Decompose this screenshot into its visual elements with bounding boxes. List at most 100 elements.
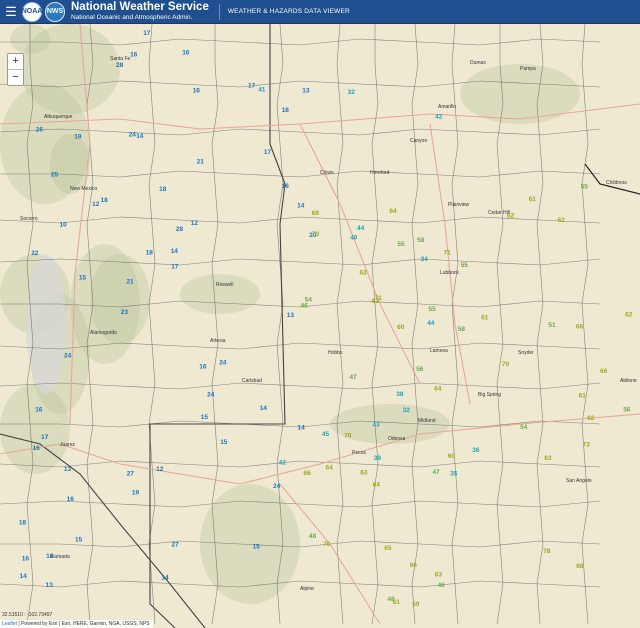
temperature-reading: 12 — [156, 466, 164, 473]
temperature-reading: 66 — [410, 562, 418, 569]
temperature-reading: 65 — [384, 545, 392, 552]
temperature-reading: 32 — [403, 407, 411, 414]
temperature-reading: 16 — [67, 496, 75, 503]
terrain-patch-11 — [180, 274, 260, 314]
temperature-reading: 64 — [389, 208, 397, 215]
temperature-reading: 13 — [64, 466, 72, 473]
map-view[interactable]: Santa Fe Albuquerque New Mexico Socorro Rosw… — [0, 24, 640, 628]
temperature-reading: 25 — [51, 171, 59, 178]
temperature-reading: 63 — [360, 470, 368, 477]
noaa-logo: NOAA — [22, 1, 42, 22]
temperature-reading: 17 — [41, 434, 49, 441]
temperature-reading: 18 — [159, 186, 167, 193]
place-label: Juarez — [60, 442, 76, 448]
temperature-reading: 17 — [171, 264, 179, 271]
temperature-reading: 27 — [172, 541, 180, 548]
temperature-reading: 46 — [301, 303, 309, 310]
temperature-reading: 40 — [350, 235, 358, 242]
temperature-reading: 14 — [260, 405, 268, 412]
temperature-reading: 44 — [427, 320, 435, 327]
place-label: Hereford — [370, 170, 390, 176]
temperature-reading: 24 — [273, 483, 281, 490]
map-attribution: Leaflet | Powered by Esri | Esri, HERE, … — [0, 620, 153, 628]
map-canvas[interactable]: Santa Fe Albuquerque New Mexico Socorro Rosw… — [0, 24, 640, 628]
place-label: Albuquerque — [44, 114, 73, 120]
place-label: Childress — [606, 180, 627, 186]
temperature-reading: 18 — [146, 250, 154, 257]
temperature-reading: 60 — [448, 453, 456, 460]
temperature-reading: 63 — [435, 572, 443, 579]
zoom-out-button[interactable]: − — [8, 69, 23, 85]
zoom-control: + − — [7, 53, 24, 86]
temperature-reading: 14 — [136, 133, 144, 140]
place-label: Santa Fe — [110, 56, 131, 62]
temperature-reading: 55 — [461, 262, 469, 269]
temperature-reading: 13 — [302, 88, 310, 95]
temperature-reading: 26 — [36, 126, 44, 133]
temperature-reading: 61 — [481, 314, 489, 321]
temperature-reading: 13 — [287, 312, 295, 319]
temperature-reading: 70 — [323, 541, 331, 548]
place-label: Canyon — [410, 138, 427, 144]
app-header: ☰ NOAA NWS National Weather Service Nati… — [0, 0, 640, 24]
zoom-in-button[interactable]: + — [8, 54, 23, 69]
header-divider — [218, 3, 220, 20]
temperature-reading: 55 — [397, 241, 405, 248]
place-label: Alamogordo — [90, 330, 117, 336]
temperature-reading: 19 — [74, 134, 82, 141]
temperature-reading: 16 — [182, 49, 190, 56]
temperature-reading: 59 — [412, 601, 420, 608]
terrain-patch-7 — [0, 384, 70, 474]
temperature-reading: 15 — [220, 439, 228, 446]
temperature-reading: 62 — [587, 415, 595, 422]
temperature-reading: 15 — [253, 543, 261, 550]
temperature-reading: 64 — [326, 464, 334, 471]
place-label: Snyder — [518, 350, 534, 356]
temperature-reading: 45 — [322, 431, 330, 438]
temperature-reading: 18 — [19, 520, 27, 527]
temperature-reading: 42 — [279, 459, 287, 466]
agency-name: National Weather Service National Oceani… — [71, 1, 209, 21]
temperature-reading: 16 — [193, 87, 201, 94]
temperature-reading: 16 — [22, 556, 30, 563]
temperature-reading: 28 — [176, 226, 184, 233]
temperature-reading: 35 — [450, 471, 458, 478]
place-label: Odessa — [388, 436, 405, 442]
temperature-reading: 14 — [161, 575, 169, 582]
temperature-reading: 17 — [248, 83, 256, 90]
place-label: Pampa — [520, 66, 536, 72]
temperature-reading: 16 — [33, 445, 41, 452]
temperature-reading: 34 — [421, 256, 429, 263]
place-label: Clovis — [320, 170, 334, 176]
temperature-reading: 56 — [416, 366, 424, 373]
temperature-reading: 36 — [472, 447, 480, 454]
temperature-reading: 47 — [433, 469, 441, 476]
temperature-reading: 13 — [46, 582, 54, 589]
place-label: Alpine — [300, 586, 314, 592]
temperature-reading: 16 — [199, 363, 207, 370]
temperature-reading: 14 — [171, 248, 179, 255]
leaflet-link[interactable]: Leaflet — [2, 621, 17, 627]
hamburger-menu-icon[interactable]: ☰ — [2, 4, 20, 20]
temperature-reading: 22 — [31, 250, 39, 257]
temperature-reading: 62 — [625, 312, 633, 319]
place-label: Dumas — [470, 60, 486, 66]
agency-subtitle: National Oceanic and Atmospheric Admin. — [71, 13, 193, 21]
place-label: Big Spring — [478, 392, 501, 398]
white-sands-area — [26, 254, 66, 394]
place-label: Carlsbad — [242, 378, 262, 384]
temperature-reading: 24 — [129, 131, 137, 138]
place-label: Amarillo — [438, 104, 456, 110]
place-label: Hobbs — [328, 350, 343, 356]
temperature-reading: 15 — [79, 275, 87, 282]
place-label: New Mexico — [70, 186, 97, 192]
place-label: Lubbock — [440, 270, 459, 276]
temperature-reading: 69 — [312, 210, 320, 217]
temperature-reading: 10 — [60, 221, 68, 228]
cursor-coordinates: 32.51510 : -102.73497 — [2, 612, 53, 618]
temperature-reading: 48 — [309, 533, 317, 540]
temperature-reading: 62 — [360, 270, 368, 277]
temperature-reading: 39 — [374, 455, 382, 462]
temperature-reading: 47 — [350, 374, 358, 381]
temperature-reading: 41 — [258, 86, 266, 93]
